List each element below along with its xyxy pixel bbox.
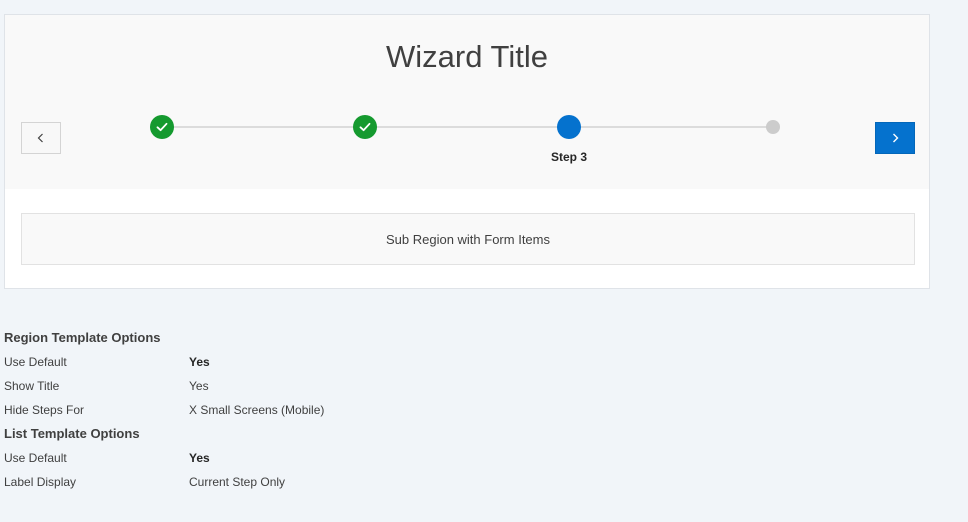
option-key: Show Title bbox=[4, 379, 60, 393]
step-connector bbox=[162, 126, 366, 128]
option-row: Show Title Yes bbox=[4, 374, 604, 398]
chevron-left-icon bbox=[37, 133, 43, 143]
step-connector bbox=[366, 126, 570, 128]
step-1-complete[interactable] bbox=[150, 115, 174, 139]
option-key: Use Default bbox=[4, 355, 67, 369]
option-value: Yes bbox=[189, 355, 210, 369]
wizard-header: Wizard Title Step 3 bbox=[5, 15, 929, 189]
check-icon bbox=[359, 122, 371, 132]
step-2-complete[interactable] bbox=[353, 115, 377, 139]
option-value: Yes bbox=[189, 451, 210, 465]
step-4-upcoming[interactable] bbox=[766, 120, 780, 134]
current-step-label: Step 3 bbox=[550, 150, 587, 164]
option-key: Use Default bbox=[4, 451, 67, 465]
list-options-heading: List Template Options bbox=[4, 426, 140, 441]
region-options-heading: Region Template Options bbox=[4, 330, 161, 345]
sub-region: Sub Region with Form Items bbox=[21, 213, 915, 265]
check-icon bbox=[156, 122, 168, 132]
next-button[interactable] bbox=[875, 122, 915, 154]
chevron-right-icon bbox=[893, 133, 899, 143]
option-key: Label Display bbox=[4, 475, 77, 489]
option-row: Label Display Current Step Only bbox=[4, 470, 604, 494]
option-value: Current Step Only bbox=[189, 475, 286, 489]
option-value: X Small Screens (Mobile) bbox=[189, 403, 325, 417]
step-3-current[interactable] bbox=[557, 115, 581, 139]
option-row: Use Default Yes bbox=[4, 350, 604, 374]
wizard-region: Wizard Title Step 3 Sub Region with Form… bbox=[4, 14, 930, 289]
template-options: Region Template Options Use Default Yes … bbox=[4, 326, 604, 494]
option-key: Hide Steps For bbox=[4, 403, 85, 417]
wizard-steps: Step 3 bbox=[5, 15, 929, 189]
previous-button[interactable] bbox=[21, 122, 61, 154]
option-row: Hide Steps For X Small Screens (Mobile) bbox=[4, 398, 604, 422]
option-value: Yes bbox=[189, 379, 209, 393]
option-row: Use Default Yes bbox=[4, 446, 604, 470]
step-connector bbox=[570, 126, 774, 128]
